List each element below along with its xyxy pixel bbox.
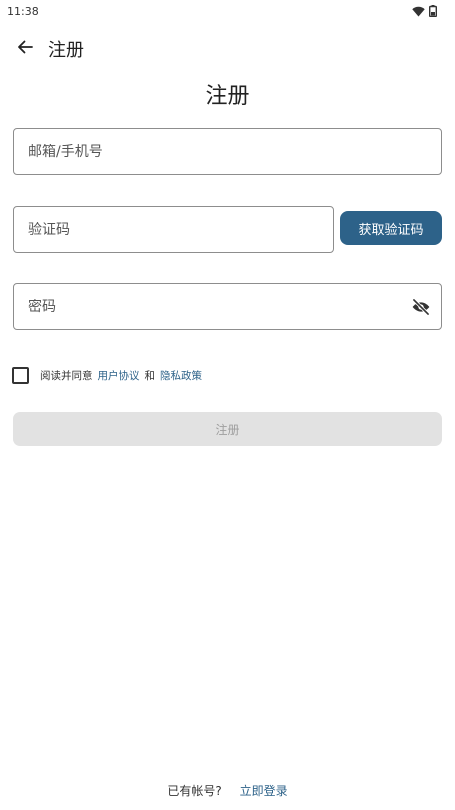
password-input[interactable] [28, 298, 409, 315]
get-code-button[interactable]: 获取验证码 [340, 211, 442, 245]
app-bar: 注册 [0, 30, 455, 68]
page-title: 注册 [205, 84, 250, 109]
eye-off-icon[interactable] [409, 295, 433, 319]
status-time: 11:38 [7, 4, 39, 18]
email-field[interactable] [13, 128, 442, 175]
status-bar: 11:38 [0, 0, 455, 22]
arrow-left-icon [16, 38, 34, 60]
agreement-and: 和 [144, 369, 156, 382]
app-bar-title: 注册 [48, 40, 84, 61]
login-link[interactable]: 立即登录 [240, 784, 288, 798]
register-button[interactable]: 注册 [13, 412, 442, 446]
privacy-policy-link[interactable]: 隐私政策 [160, 368, 202, 383]
register-screen: 11:38 注册 注册 获取验证码 [0, 0, 455, 810]
password-field[interactable] [13, 283, 442, 330]
status-icons [412, 5, 437, 17]
verification-code-input[interactable] [28, 221, 319, 238]
footer: 已有帐号? 立即登录 [0, 782, 455, 799]
back-button[interactable] [14, 38, 36, 60]
agreement-row: 阅读并同意 用户协议 和 隐私政策 [12, 366, 202, 384]
email-input[interactable] [28, 143, 427, 160]
user-agreement-link[interactable]: 用户协议 [98, 368, 140, 383]
wifi-icon [412, 6, 425, 17]
agreement-prefix: 阅读并同意 [40, 369, 93, 382]
agreement-checkbox[interactable] [12, 366, 29, 384]
battery-icon [429, 5, 437, 17]
footer-question: 已有帐号? [167, 784, 222, 798]
verification-code-field[interactable] [13, 206, 334, 253]
